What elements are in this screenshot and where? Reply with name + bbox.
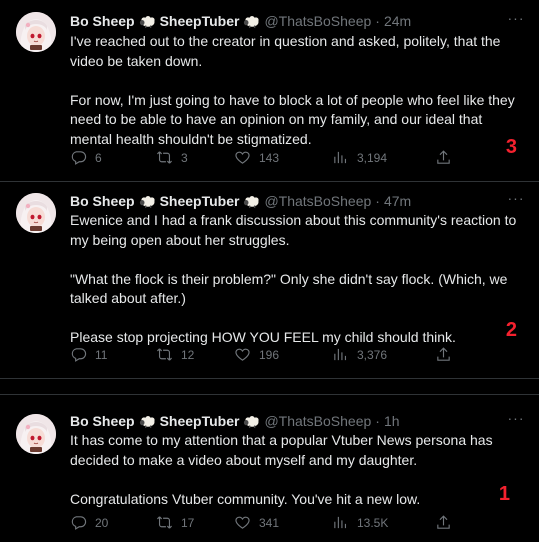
reply-count: 6	[95, 150, 102, 165]
tweet-text: It has come to my attention that a popul…	[70, 431, 520, 509]
divider	[0, 378, 539, 379]
heart-icon	[234, 149, 251, 166]
timestamp[interactable]: 47m	[384, 193, 411, 209]
display-name[interactable]: Bo Sheep	[70, 193, 135, 209]
share-icon	[435, 514, 452, 531]
share-button[interactable]	[435, 346, 452, 363]
display-name-suffix[interactable]: SheepTuber	[160, 13, 240, 29]
timestamp[interactable]: 1h	[384, 413, 400, 429]
reply-button[interactable]: 20	[70, 514, 108, 531]
annotation-number: 3	[505, 136, 517, 158]
tweet[interactable]: Bo Sheep SheepTuber @ThatsBoSheep · 47m …	[0, 182, 539, 375]
more-options-icon[interactable]: ···	[507, 410, 525, 426]
tweet-text: I've reached out to the creator in quest…	[70, 32, 520, 149]
retweet-count: 17	[181, 515, 195, 530]
annotation-number: 1	[498, 483, 510, 505]
like-count: 341	[259, 515, 280, 530]
separator: ·	[375, 193, 380, 209]
sheep-icon	[139, 194, 156, 208]
views-button[interactable]: 3,194	[332, 149, 387, 166]
reply-button[interactable]: 6	[70, 149, 102, 166]
like-button[interactable]: 196	[234, 346, 279, 363]
view-count: 3,194	[357, 150, 388, 165]
share-button[interactable]	[435, 514, 452, 531]
like-button[interactable]: 143	[234, 149, 279, 166]
retweet-icon	[156, 149, 173, 166]
sheep-icon	[139, 14, 156, 28]
more-options-icon[interactable]: ···	[507, 10, 525, 26]
action-bar: 20 17 341 13.5K	[70, 514, 460, 534]
sheep-icon	[243, 14, 260, 28]
like-count: 143	[259, 150, 280, 165]
reply-icon	[70, 149, 87, 166]
share-button[interactable]	[435, 149, 452, 166]
tweet-paragraph: I've reached out to the creator in quest…	[70, 33, 501, 69]
tweet-header: Bo Sheep SheepTuber @ThatsBoSheep · 1h	[70, 411, 527, 431]
view-count: 3,376	[357, 347, 388, 362]
views-icon	[332, 346, 349, 363]
separator: ·	[375, 413, 380, 429]
retweet-icon	[156, 514, 173, 531]
tweet-paragraph: It has come to my attention that a popul…	[70, 432, 493, 468]
retweet-count: 12	[181, 347, 195, 362]
tweet[interactable]: Bo Sheep SheepTuber @ThatsBoSheep · 1h ·…	[0, 403, 539, 542]
tweet-header: Bo Sheep SheepTuber @ThatsBoSheep · 47m	[70, 191, 527, 211]
like-button[interactable]: 341	[234, 514, 279, 531]
annotation-number: 2	[505, 319, 517, 341]
retweet-button[interactable]: 12	[156, 346, 194, 363]
display-name[interactable]: Bo Sheep	[70, 413, 135, 429]
reply-count: 11	[95, 347, 108, 362]
views-icon	[332, 514, 349, 531]
retweet-button[interactable]: 3	[156, 149, 188, 166]
handle[interactable]: @ThatsBoSheep	[264, 13, 371, 29]
display-name-suffix[interactable]: SheepTuber	[160, 413, 240, 429]
tweet-paragraph: Ewenice and I had a frank discussion abo…	[70, 212, 517, 248]
tweet-paragraph: For now, I'm just going to have to block…	[70, 91, 515, 147]
retweet-button[interactable]: 17	[156, 514, 194, 531]
timestamp[interactable]: 24m	[384, 13, 411, 29]
more-options-icon[interactable]: ···	[507, 190, 525, 206]
handle[interactable]: @ThatsBoSheep	[264, 413, 371, 429]
tweet-paragraph: Please stop projecting HOW YOU FEEL my c…	[70, 329, 456, 345]
avatar[interactable]	[16, 12, 56, 52]
views-button[interactable]: 3,376	[332, 346, 387, 363]
reply-button[interactable]: 11	[70, 346, 107, 363]
retweet-count: 3	[181, 150, 188, 165]
tweet-paragraph: "What the flock is their problem?" Only …	[70, 270, 508, 307]
views-button[interactable]: 13.5K	[332, 514, 388, 531]
reply-count: 20	[95, 515, 109, 530]
sheep-icon	[139, 414, 156, 428]
display-name[interactable]: Bo Sheep	[70, 13, 135, 29]
sheep-icon	[243, 194, 260, 208]
like-count: 196	[259, 347, 280, 362]
share-icon	[435, 346, 452, 363]
sheep-icon	[243, 414, 260, 428]
heart-icon	[234, 514, 251, 531]
separator: ·	[375, 13, 380, 29]
tweet-paragraph: Congratulations Vtuber community. You've…	[70, 490, 421, 507]
reply-icon	[70, 514, 87, 531]
views-icon	[332, 149, 349, 166]
display-name-suffix[interactable]: SheepTuber	[160, 193, 240, 209]
share-icon	[435, 149, 452, 166]
avatar[interactable]	[16, 414, 56, 454]
reply-icon	[70, 346, 87, 363]
tweet-text: Ewenice and I had a frank discussion abo…	[70, 211, 520, 348]
action-bar: 11 12 196 3,376	[70, 346, 460, 366]
retweet-icon	[156, 346, 173, 363]
handle[interactable]: @ThatsBoSheep	[264, 193, 371, 209]
view-count: 13.5K	[357, 515, 389, 530]
heart-icon	[234, 346, 251, 363]
tweet-header: Bo Sheep SheepTuber @ThatsBoSheep · 24m	[70, 11, 527, 31]
tweet[interactable]: Bo Sheep SheepTuber @ThatsBoSheep · 24m …	[0, 0, 539, 181]
divider	[0, 394, 539, 395]
avatar[interactable]	[16, 193, 56, 233]
action-bar: 6 3 143 3,194	[70, 149, 460, 169]
